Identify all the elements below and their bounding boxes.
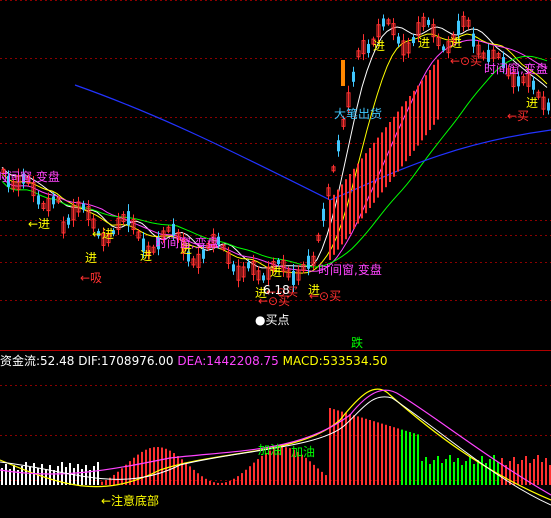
candle-body [547,102,550,111]
candle-body [442,46,445,51]
jin-label: 进 [418,36,431,50]
dif-label: DIF: [78,354,102,368]
money-flow-value: 52.48 [40,354,75,368]
candle-body [352,71,355,82]
candle-body [532,80,535,90]
signal-bar [341,60,345,86]
candle-body [172,223,175,235]
jia-you-label: 加油 [291,445,316,459]
die-label: 跌 [351,336,364,350]
jin-label: 进 [85,251,98,265]
jin-label: ←进 [92,227,115,241]
candle-body [262,275,265,281]
low-price-label: 6.18 [263,283,290,297]
candle-body [517,76,520,87]
candle-body [232,264,235,272]
buy-point-label: ●买点 [255,313,290,327]
candle-body [247,262,250,269]
candle-body [202,249,205,259]
candle-body [382,18,385,27]
candle-body [337,140,340,152]
candle-body [427,19,430,25]
time-window-label: 时间窗,变盘 [155,236,219,250]
candle-body [52,196,55,205]
candle-body [292,270,295,285]
dea-label: DEA: [177,354,207,368]
dea-value: 1442208.75 [206,354,279,368]
macd-value: 533534.50 [322,354,388,368]
jin-label: 进 [140,249,153,263]
money-flow-label: 资金流: [0,354,41,368]
candle-body [37,195,40,205]
time-window-label: 时间窗,变盘 [318,263,382,277]
candle-body [82,203,85,210]
stock-chart-window: ←进 ←进 进 进 进 进 进 进 进 进 进 进 ←吸 时间窗,变盘 时间窗,… [0,0,551,518]
jin-label: 进 [270,265,283,279]
time-window-label: 时间窗,变盘 [484,62,548,76]
candle-body [307,255,310,269]
long-ma-line [74,84,551,201]
macd-label: MACD: [282,354,323,368]
candle-body [487,49,490,62]
ma-line [1,39,548,272]
candle-body [322,208,325,221]
buy-signal: ←⊙买 [450,54,483,68]
indicator-status-bar: 资金流:52.48 DIF:1708976.00 DEA:1442208.75 … [0,354,388,368]
candle-body [412,37,415,44]
candle-body [397,36,400,44]
jin-label: ←进 [28,217,51,231]
candle-body [367,43,370,53]
jin-label: 进 [450,36,463,50]
candlestick-chart[interactable] [0,0,551,518]
jin-label: 进 [373,39,386,53]
bottom-note-label: ←注意底部 [101,494,160,508]
ma-line [1,33,548,274]
buy-signal: ←买 [507,109,530,123]
candle-body [472,33,475,47]
candle-body [67,217,70,225]
xi-signal: ←吸 [80,271,103,285]
jia-you-label: 加油 [258,443,283,457]
candle-body [457,20,460,35]
big-sell-label: 大笔出货 [334,107,383,121]
candle-body [277,260,280,265]
dif-value: 1708976.00 [101,354,174,368]
buy-signal: ←⊙买 [309,289,342,303]
jin-label: 进 [526,96,539,110]
time-window-label: 时间窗,变盘 [0,170,60,184]
candle-body [127,211,130,226]
